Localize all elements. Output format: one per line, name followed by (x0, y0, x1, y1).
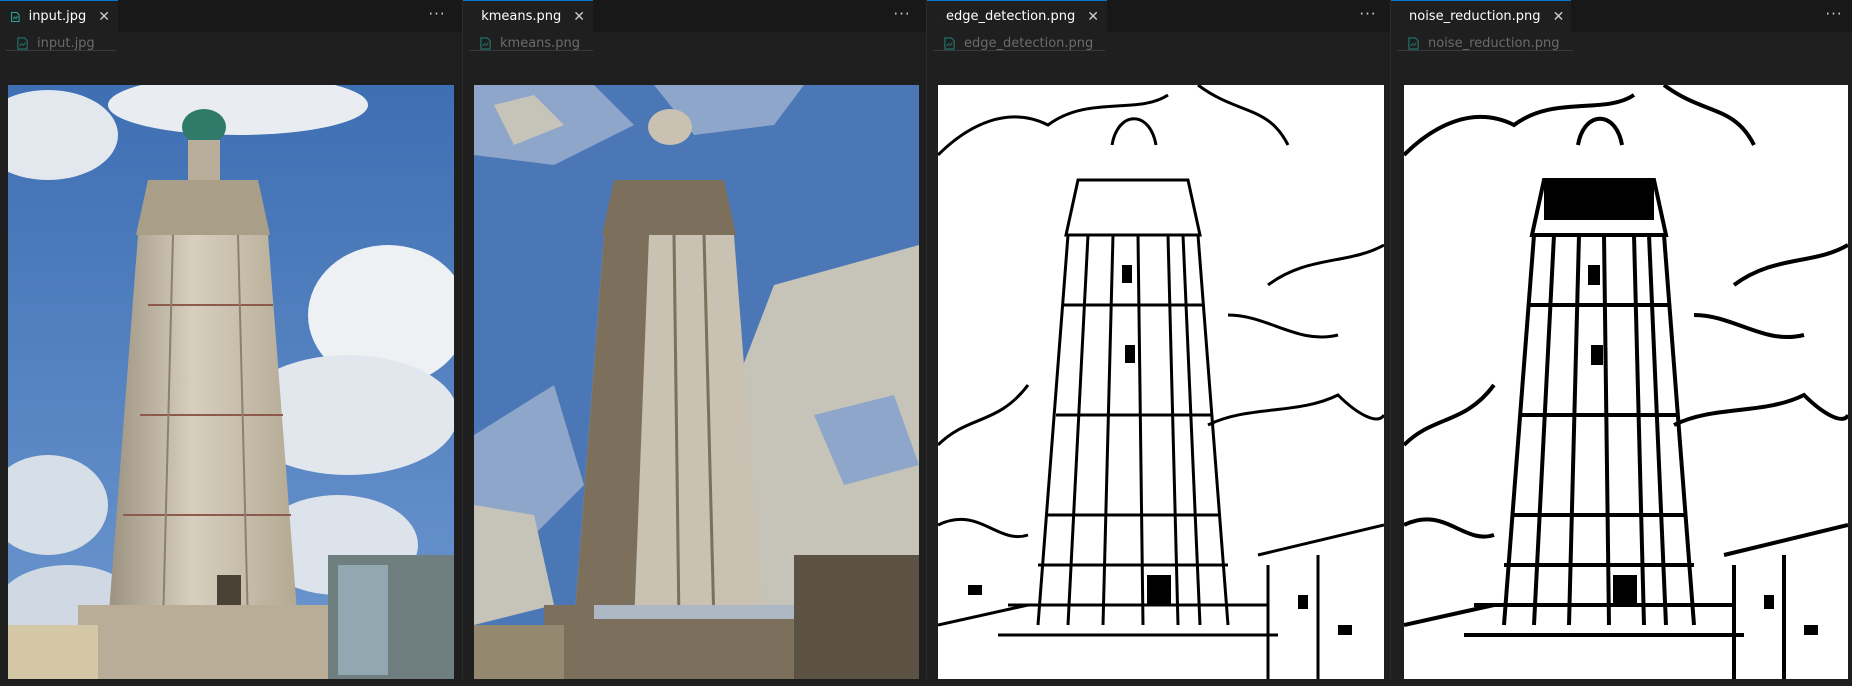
image-file-icon (10, 11, 20, 22)
breadcrumb-label[interactable]: noise_reduction.png (1428, 36, 1560, 51)
editor-group-2: kmeans.png ✕ ··· kmeans.png (463, 0, 926, 686)
tab-bar: edge_detection.png ✕ ··· (927, 0, 1390, 32)
tab-label: edge_detection.png (945, 9, 1076, 24)
tab-label: input.jpg (28, 9, 87, 24)
image-file-icon (1408, 36, 1419, 50)
more-actions-icon[interactable]: ··· (1357, 6, 1379, 26)
close-icon[interactable]: ✕ (1553, 9, 1565, 25)
tab-label: noise_reduction.png (1409, 9, 1541, 24)
close-icon[interactable]: ✕ (1087, 9, 1099, 25)
tab-bar: kmeans.png ✕ ··· (463, 0, 926, 32)
image-viewport[interactable] (8, 85, 454, 679)
more-actions-icon[interactable]: ··· (1823, 6, 1845, 26)
editor-group-3: edge_detection.png ✕ ··· edge_detection.… (927, 0, 1390, 686)
tab-bar: noise_reduction.png ✕ ··· (1391, 0, 1852, 32)
image-viewport[interactable] (1404, 85, 1848, 679)
breadcrumb-label[interactable]: input.jpg (37, 36, 95, 51)
image-viewport[interactable] (474, 85, 919, 679)
tab-edge-detection-png[interactable]: edge_detection.png ✕ (927, 0, 1107, 32)
breadcrumb-label[interactable]: kmeans.png (500, 36, 580, 51)
breadcrumb-underline (469, 50, 593, 51)
image-file-icon (944, 36, 955, 50)
tab-label: kmeans.png (481, 9, 562, 24)
breadcrumb-underline (1397, 50, 1573, 51)
close-icon[interactable]: ✕ (98, 9, 110, 25)
more-actions-icon[interactable]: ··· (891, 6, 913, 26)
image-file-icon (937, 16, 938, 17)
image-viewport[interactable] (938, 85, 1384, 679)
more-actions-icon[interactable]: ··· (426, 6, 448, 26)
editor-group-1: input.jpg ✕ ··· input.jpg (0, 0, 462, 686)
editor-area: input.jpg ✕ ··· input.jpg kmeans.png ✕ ·… (0, 0, 1852, 686)
image-file-icon (17, 36, 28, 50)
image-file-icon (480, 36, 491, 50)
breadcrumb-underline (6, 50, 116, 51)
noise-reduction-photo (1404, 85, 1848, 679)
input-photo (8, 85, 454, 679)
close-icon[interactable]: ✕ (573, 9, 585, 25)
edge-detection-photo (938, 85, 1384, 679)
bottom-edge (0, 679, 1852, 686)
breadcrumb-label[interactable]: edge_detection.png (964, 36, 1093, 51)
editor-group-4: noise_reduction.png ✕ ··· noise_reductio… (1391, 0, 1852, 686)
kmeans-photo (474, 85, 919, 679)
tab-noise-reduction-png[interactable]: noise_reduction.png ✕ (1391, 0, 1571, 32)
tab-kmeans-png[interactable]: kmeans.png ✕ (463, 0, 593, 32)
breadcrumb-underline (933, 50, 1105, 51)
tab-bar: input.jpg ✕ ··· (0, 0, 462, 32)
tab-input-jpg[interactable]: input.jpg ✕ (0, 0, 118, 32)
